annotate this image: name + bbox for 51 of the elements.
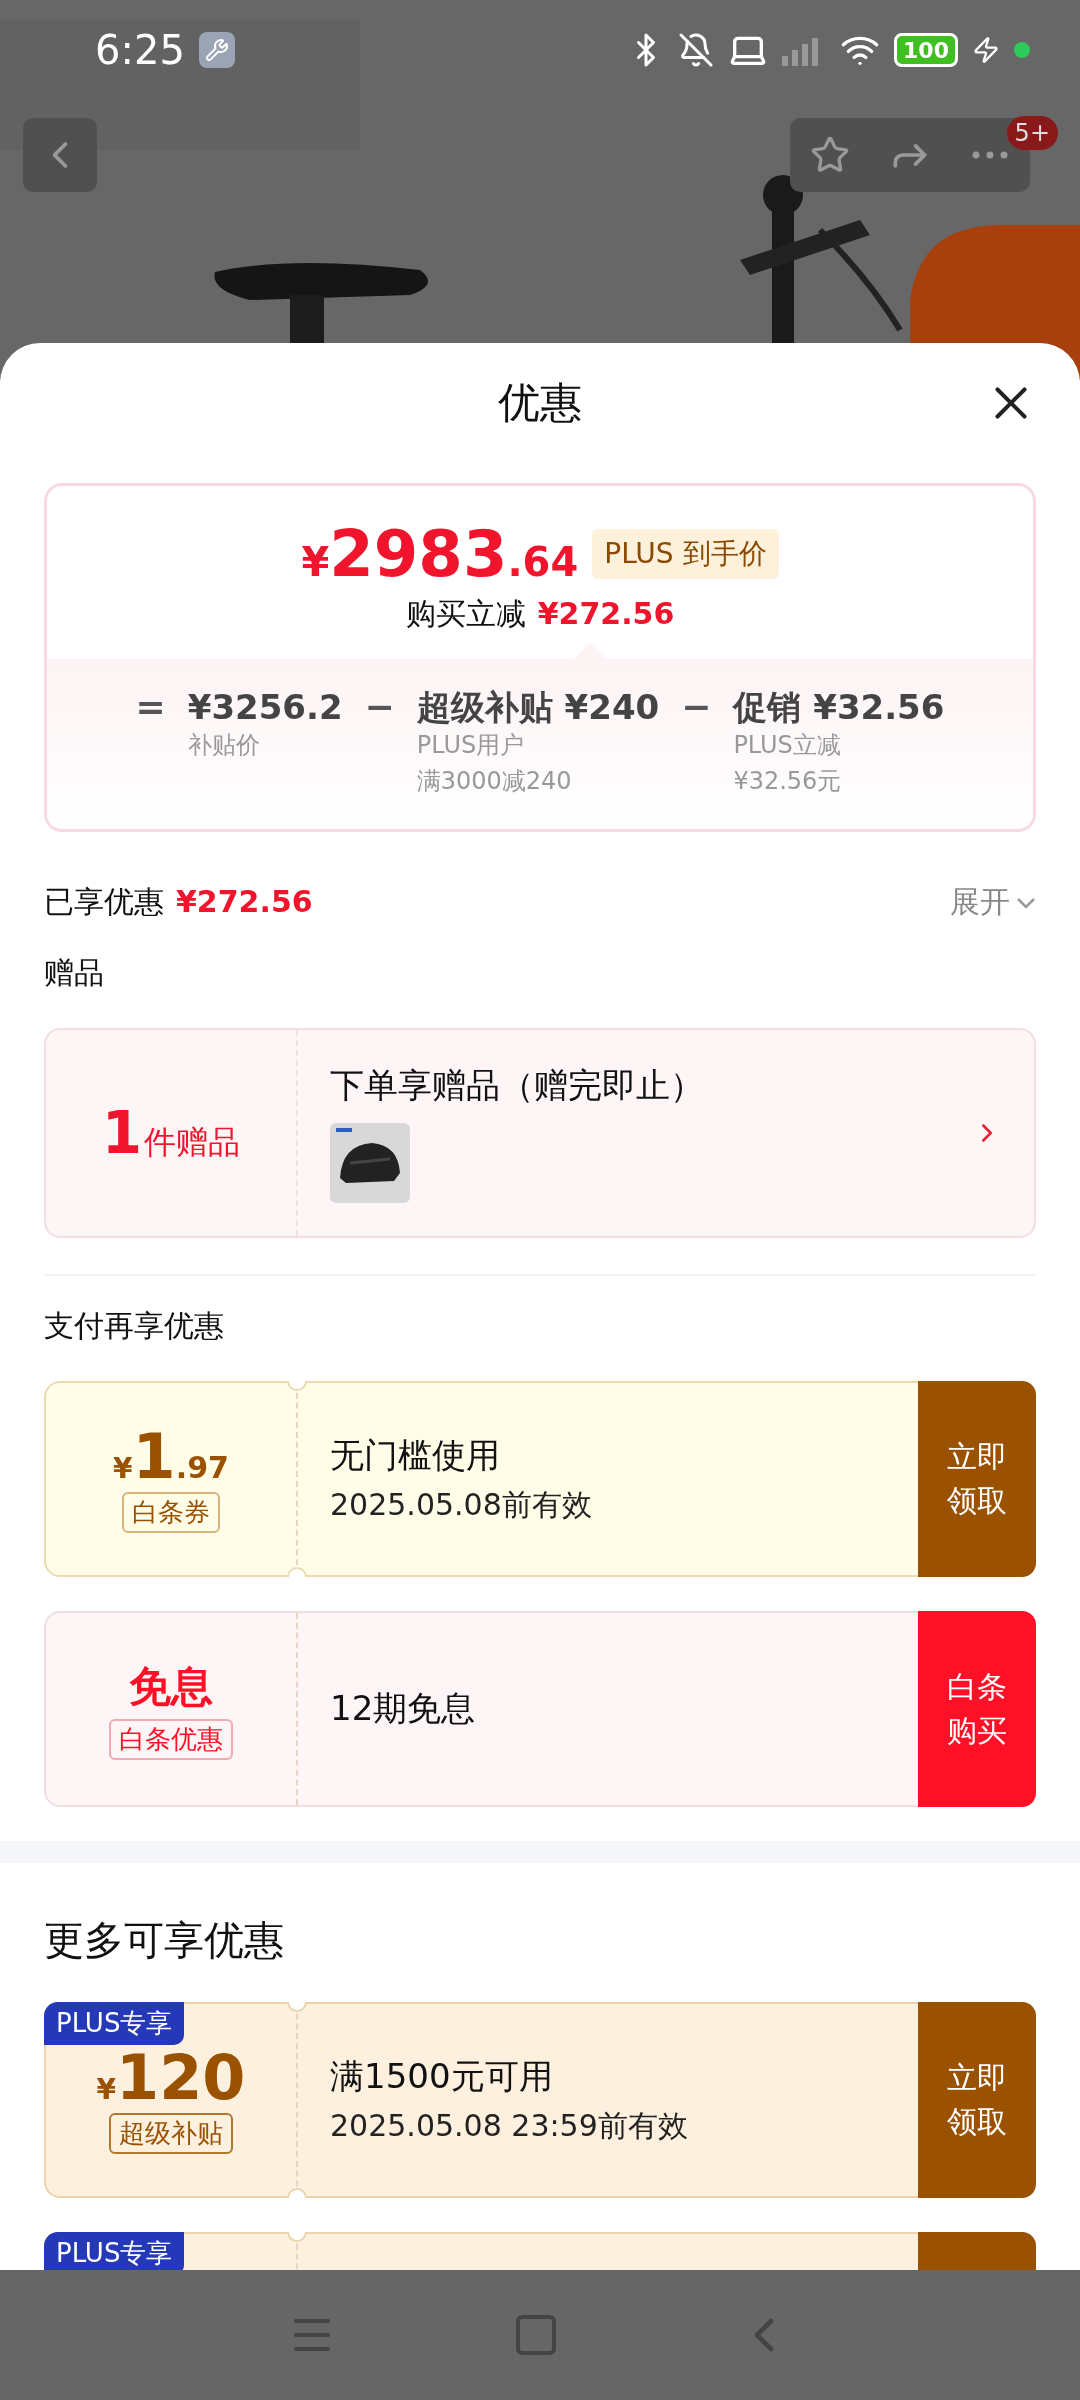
muted-bell-icon [678,32,714,68]
gift-title: 下单享赠品（赠完即止） [330,1064,705,1107]
saving-label: 购买立减 [405,595,526,633]
coupon-amount: ¥120 [96,2046,246,2109]
section-heading: 赠品 [43,954,105,992]
claim-button[interactable]: 立即领取 [918,2002,1036,2198]
breakdown-note: PLUS立减 [733,730,842,761]
offer-title: 满1500元可用 [330,2054,554,2098]
offer-title: 无门槛使用 [330,1433,501,1477]
offer-title: 12期免息 [330,1687,477,1730]
saving-value: ¥272.56 [537,596,675,631]
sheet-title: 优惠 [498,377,582,429]
star-icon [810,135,850,175]
operator-sign: − [364,687,395,729]
back-button[interactable] [23,118,97,192]
offer-tag: 白条优惠 [109,1718,233,1760]
expand-toggle[interactable]: 展开 [950,882,1036,923]
count-badge: 5+ [1006,116,1058,150]
battery-icon: 100 [894,33,958,67]
gift-count: 1件赠品 [100,1099,242,1167]
plus-badge: PLUS专享 [44,2232,185,2270]
enjoyed-label: 已享优惠 [44,883,164,921]
offer-headline: 免息 [129,1660,213,1713]
breakdown-note: 补贴价 [187,730,261,761]
breakdown-note: ¥32.56元 [733,766,843,797]
status-time: 6:25 [95,27,185,73]
section-heading: 支付再享优惠 [43,1307,225,1345]
offer-validity: 2025.05.08前有效 [330,1485,593,1524]
plus-badge: PLUS专享 [44,2002,185,2045]
price-tag: PLUS 到手价 [592,529,779,579]
final-price: ¥2983.64 [301,522,579,586]
gift-card[interactable]: 1件赠品 下单享赠品（赠完即止） [44,1028,1036,1238]
coupon-amount: ¥1.97 [113,1425,229,1488]
breakdown-value: 促销 ¥32.56 [733,687,945,727]
claim-button[interactable]: 立即领取 [918,1381,1036,1577]
wrench-icon [198,32,235,68]
more-icon [972,151,1008,159]
coupon-tag: 白条券 [122,1491,220,1533]
section-heading: 更多可享优惠 [43,1916,285,1965]
operator-sign: − [681,687,712,729]
operator-sign: = [135,687,166,729]
breakdown-note: 满3000减240 [416,766,573,797]
charging-icon [972,36,1000,64]
coupon-tag: 超级补贴 [109,2112,233,2154]
chevron-down-icon [1016,896,1036,909]
enjoyed-value: ¥272.56 [176,884,313,919]
breakdown-value: ¥3256.2 [187,687,343,727]
claim-button[interactable]: 白条购买 [918,1611,1036,1807]
offer-validity: 2025.05.08 23:59前有效 [330,2106,689,2145]
breakdown-value: 超级补贴 ¥240 [416,687,660,727]
breakdown-note: PLUS用户 [416,730,526,761]
